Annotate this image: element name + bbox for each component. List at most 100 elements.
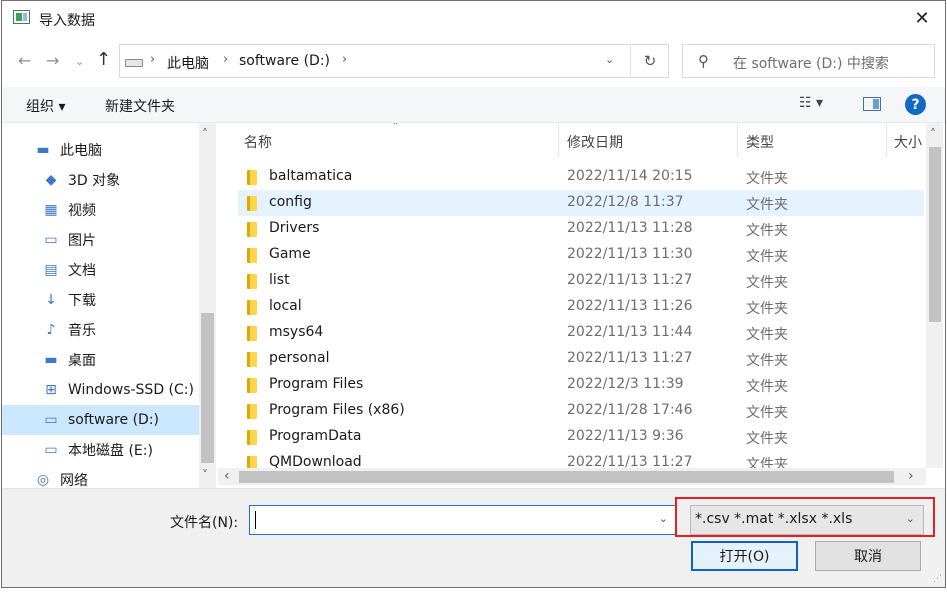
- sort-ascending-icon: ˄: [393, 123, 399, 133]
- sidebar-item[interactable]: ◆ 3D 对象: [2, 165, 199, 195]
- file-row[interactable]: local 2022/11/13 11:26 文件夹: [238, 294, 924, 320]
- breadcrumb-separator[interactable]: ›: [150, 52, 155, 67]
- file-date: 2022/11/13 11:30: [567, 246, 693, 262]
- file-row[interactable]: Program Files 2022/12/3 11:39 文件夹: [238, 372, 924, 398]
- file-name: Game: [269, 246, 311, 262]
- sidebar-item-label: Windows-SSD (C:): [68, 382, 194, 398]
- music-icon: ♪: [46, 322, 56, 338]
- scroll-left-icon[interactable]: ‹: [224, 468, 230, 484]
- network-icon: ◎: [36, 472, 50, 488]
- file-type: 文件夹: [746, 405, 788, 421]
- sidebar-item-label: software (D:): [68, 412, 159, 428]
- column-header-name[interactable]: 名称: [244, 132, 272, 152]
- file-type: 文件夹: [746, 431, 788, 447]
- column-header-type[interactable]: 类型: [746, 132, 774, 152]
- breadcrumb-separator[interactable]: ›: [342, 52, 347, 67]
- file-row[interactable]: personal 2022/11/13 11:27 文件夹: [238, 346, 924, 372]
- column-header-size[interactable]: 大小: [894, 132, 922, 152]
- sidebar-item[interactable]: ▭ 本地磁盘 (E:): [2, 435, 199, 465]
- file-date: 2022/11/13 11:26: [567, 298, 693, 314]
- sidebar-item[interactable]: ▭ 图片: [2, 225, 199, 255]
- address-bar[interactable]: › 此电脑 › software (D:) › ⌄ ↻: [119, 44, 669, 78]
- app-icon: [13, 10, 30, 24]
- sidebar-item[interactable]: ▬ 此电脑: [2, 135, 199, 165]
- sidebar-item[interactable]: ▬ 桌面: [2, 345, 199, 375]
- breadcrumb-separator[interactable]: ›: [223, 52, 228, 67]
- folder-icon: [247, 326, 257, 341]
- file-row[interactable]: Game 2022/11/13 11:30 文件夹: [238, 242, 924, 268]
- filename-input[interactable]: ⌄: [249, 505, 677, 535]
- scroll-up-icon[interactable]: ˄: [202, 127, 208, 141]
- file-date: 2022/11/13 11:27: [567, 350, 693, 366]
- file-date: 2022/11/13 11:27: [567, 272, 693, 288]
- horizontal-scroll-thumb[interactable]: [239, 471, 894, 483]
- help-icon[interactable]: ?: [905, 94, 926, 115]
- nav-scrollbar[interactable]: ˄ ˅: [199, 123, 216, 488]
- scroll-right-icon[interactable]: ›: [908, 468, 914, 484]
- recent-chevron-down-icon[interactable]: ⌄: [75, 55, 84, 68]
- sidebar-item-label: 本地磁盘 (E:): [68, 443, 153, 459]
- file-type: 文件夹: [746, 275, 788, 291]
- refresh-button[interactable]: ↻: [630, 45, 669, 77]
- sidebar-item-label: 文档: [68, 263, 96, 279]
- scroll-up-icon[interactable]: ˄: [930, 127, 936, 141]
- title-bar: 导入数据 ✕: [2, 1, 945, 37]
- scroll-down-icon[interactable]: ˅: [202, 468, 208, 482]
- close-button[interactable]: ✕: [899, 1, 945, 35]
- folder-icon: [247, 248, 257, 263]
- file-name: ProgramData: [269, 428, 362, 444]
- sidebar-item[interactable]: ◎ 网络: [2, 465, 199, 488]
- file-list-horizontal-scrollbar[interactable]: ‹ ›: [218, 468, 926, 485]
- file-type: 文件夹: [746, 223, 788, 239]
- address-dropdown-chevron-icon[interactable]: ⌄: [605, 53, 614, 66]
- folder-icon: [247, 352, 257, 367]
- sidebar-item-label: 桌面: [68, 353, 96, 369]
- new-folder-button[interactable]: 新建文件夹: [105, 96, 175, 116]
- file-row[interactable]: ProgramData 2022/11/13 9:36 文件夹: [238, 424, 924, 450]
- sidebar-item[interactable]: ♪ 音乐: [2, 315, 199, 345]
- file-name: local: [269, 298, 302, 314]
- file-date: 2022/11/28 17:46: [567, 402, 693, 418]
- sidebar-item[interactable]: ↓ 下载: [2, 285, 199, 315]
- file-type: 文件夹: [746, 171, 788, 187]
- folder-icon: [247, 430, 257, 445]
- folder-icon: [247, 404, 257, 419]
- sidebar-item[interactable]: ▭ software (D:): [2, 405, 199, 435]
- preview-pane-icon[interactable]: [863, 97, 881, 111]
- folder-icon: [247, 274, 257, 289]
- breadcrumb-software-drive[interactable]: software (D:): [239, 53, 330, 69]
- back-arrow-icon[interactable]: ←: [18, 51, 31, 70]
- breadcrumb-this-pc[interactable]: 此电脑: [167, 53, 209, 73]
- search-icon: ⚲: [698, 52, 709, 70]
- nav-scroll-thumb[interactable]: [201, 313, 214, 463]
- up-arrow-icon[interactable]: ↑: [96, 49, 111, 70]
- organize-menu[interactable]: 组织 ▾: [26, 96, 65, 116]
- file-row[interactable]: msys64 2022/11/13 11:44 文件夹: [238, 320, 924, 346]
- column-header-date[interactable]: 修改日期: [567, 132, 623, 152]
- file-row[interactable]: Program Files (x86) 2022/11/28 17:46 文件夹: [238, 398, 924, 424]
- filename-history-chevron-icon[interactable]: ⌄: [659, 512, 668, 525]
- file-row[interactable]: baltamatica 2022/11/14 20:15 文件夹: [238, 164, 924, 190]
- forward-arrow-icon[interactable]: →: [46, 51, 59, 70]
- sidebar-item-label: 音乐: [68, 323, 96, 339]
- view-options-icon[interactable]: ☷ ▾: [799, 95, 823, 111]
- file-row[interactable]: config 2022/12/8 11:37 文件夹: [238, 190, 924, 216]
- sidebar-item-label: 此电脑: [60, 143, 102, 159]
- file-name: baltamatica: [269, 168, 353, 184]
- open-button[interactable]: 打开(O): [691, 541, 798, 571]
- navigation-pane: ◎ 网络 ▭ 本地磁盘 (E:) ▭ software (D:) ⊞ Windows-SSD …: [2, 123, 217, 488]
- resize-grip-icon[interactable]: ⋰: [933, 574, 942, 584]
- cancel-button[interactable]: 取消: [815, 541, 921, 571]
- sidebar-item[interactable]: ▦ 视频: [2, 195, 199, 225]
- vertical-scroll-thumb[interactable]: [929, 147, 941, 322]
- sidebar-item[interactable]: ⊞ Windows-SSD (C:): [2, 375, 199, 405]
- file-list-vertical-scrollbar[interactable]: ˄: [926, 123, 943, 468]
- file-row[interactable]: list 2022/11/13 11:27 文件夹: [238, 268, 924, 294]
- file-date: 2022/12/8 11:37: [567, 194, 684, 210]
- sidebar-item[interactable]: ▤ 文档: [2, 255, 199, 285]
- file-row[interactable]: Drivers 2022/11/13 11:28 文件夹: [238, 216, 924, 242]
- window-title: 导入数据: [39, 13, 95, 29]
- file-type: 文件夹: [746, 249, 788, 265]
- search-placeholder: 在 software (D:) 中搜索: [733, 56, 889, 72]
- search-box[interactable]: ⚲ 在 software (D:) 中搜索: [682, 44, 935, 78]
